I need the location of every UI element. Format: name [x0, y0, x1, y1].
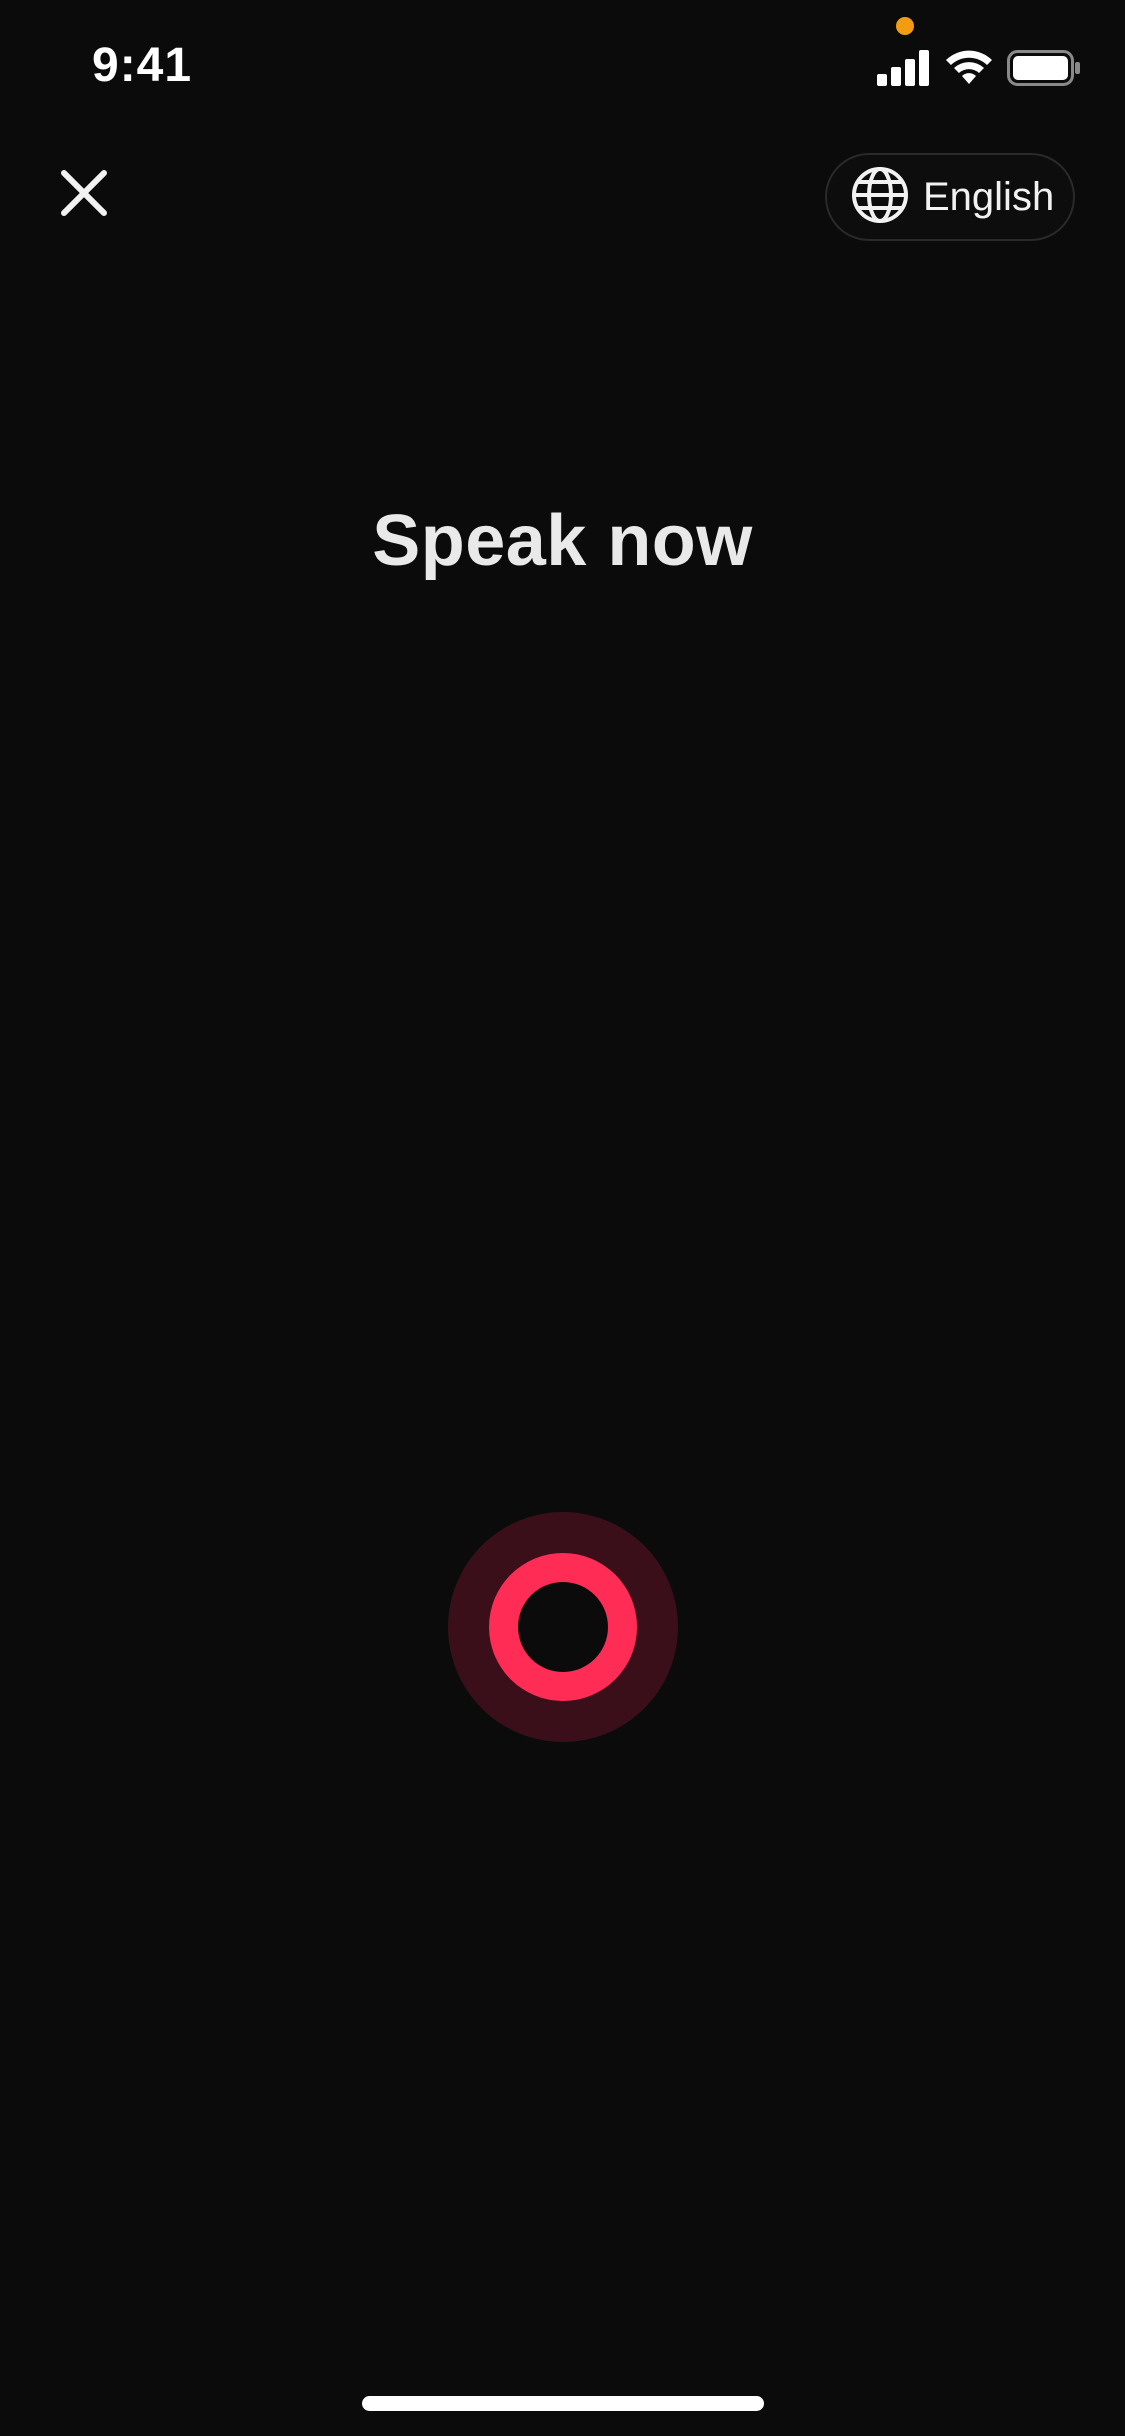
record-indicator-core	[518, 1582, 608, 1672]
wifi-icon	[945, 50, 993, 91]
close-button[interactable]	[44, 155, 124, 235]
home-indicator[interactable]	[362, 2396, 764, 2411]
privacy-indicator-dot	[896, 17, 914, 35]
close-icon	[60, 169, 108, 222]
record-indicator-ring	[489, 1553, 637, 1701]
globe-icon	[851, 166, 909, 229]
record-button[interactable]	[448, 1512, 678, 1742]
cellular-signal-icon	[877, 49, 931, 91]
speak-now-prompt: Speak now	[372, 501, 753, 581]
language-label: English	[923, 174, 1055, 219]
status-bar: 9:41	[0, 0, 1125, 140]
battery-icon	[1007, 49, 1081, 91]
language-selector-button[interactable]: English	[825, 153, 1075, 241]
status-time: 9:41	[92, 39, 193, 92]
status-icons	[877, 49, 1081, 91]
